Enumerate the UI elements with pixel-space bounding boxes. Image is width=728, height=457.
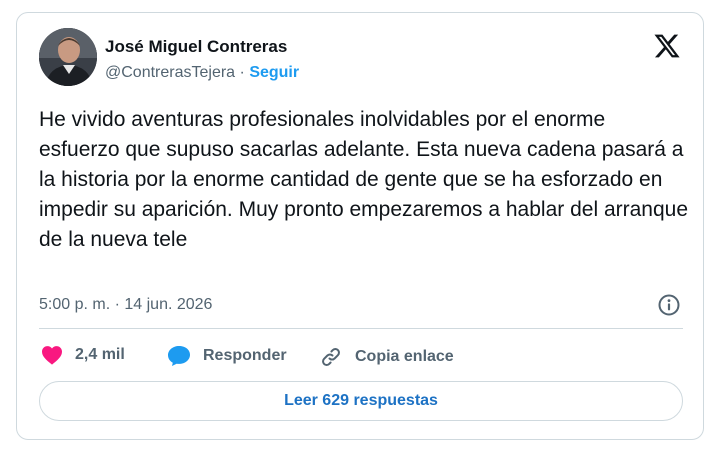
tweet-text: He vivido aventuras profesionales inolvi… (39, 108, 689, 251)
heart-icon (41, 345, 63, 365)
read-replies-button[interactable]: Leer 629 respuestas (39, 381, 683, 421)
follow-button[interactable]: Seguir (249, 64, 299, 81)
like-count: 2,4 mil (75, 346, 125, 363)
like-button[interactable]: 2,4 mil (41, 345, 125, 365)
link-icon (319, 345, 343, 369)
copy-link-label: Copia enlace (355, 348, 454, 365)
avatar[interactable] (39, 28, 97, 86)
author-name[interactable]: José Miguel Contreras (105, 37, 287, 57)
speech-bubble-icon (167, 345, 191, 367)
handle-separator: · (239, 64, 245, 81)
x-logo-icon[interactable] (653, 32, 681, 60)
author-handle[interactable]: @ContrerasTejera (105, 64, 235, 81)
tweet-timestamp[interactable]: 5:00 p. m. · 14 jun. 2026 (39, 296, 212, 314)
reply-label: Responder (203, 347, 287, 364)
tweet-card: José Miguel Contreras @ContrerasTejera ·… (16, 12, 704, 440)
info-icon[interactable] (657, 293, 681, 317)
divider (39, 328, 683, 329)
copy-link-button[interactable]: Copia enlace (319, 345, 454, 369)
reply-button[interactable]: Responder (167, 345, 287, 367)
author-handle-row: @ContrerasTejera · Seguir (105, 64, 299, 82)
